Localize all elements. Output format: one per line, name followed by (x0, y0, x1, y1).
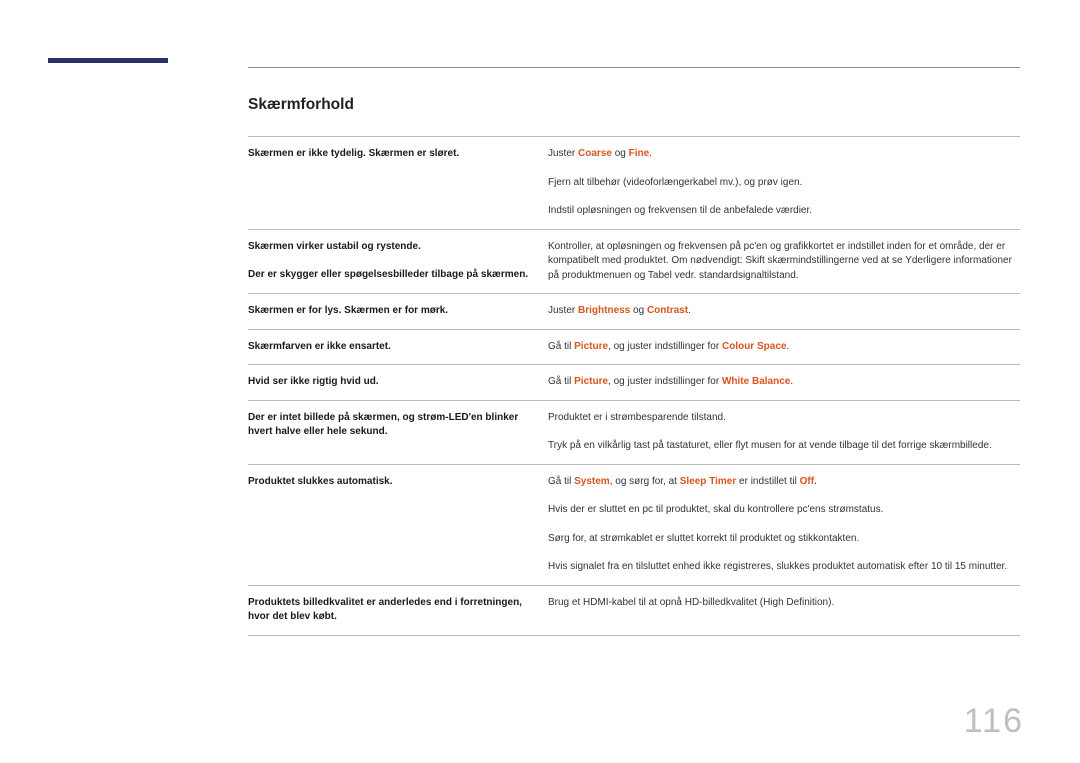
table-row: Skærmen er ikke tydelig. Skærmen er slør… (248, 137, 1020, 230)
header-accent-bar (48, 58, 168, 63)
issue-cell: Skærmen virker ustabil og rystende.Der e… (248, 229, 548, 294)
solution-text: Sørg for, at strømkablet er sluttet korr… (548, 532, 1014, 547)
highlight-term: System (574, 476, 610, 487)
highlight-term: Picture (574, 341, 608, 352)
solution-cell: Gå til System, og sørg for, at Sleep Tim… (548, 464, 1020, 585)
solution-text: Brug et HDMI-kabel til at opnå HD-billed… (548, 596, 1014, 611)
solution-text: Fjern alt tilbehør (videoforlængerkabel … (548, 176, 1014, 191)
table-row: Hvid ser ikke rigtig hvid ud.Gå til Pict… (248, 365, 1020, 401)
table-row: Skærmen er for lys. Skærmen er for mørk.… (248, 294, 1020, 330)
solution-text: Hvis signalet fra en tilsluttet enhed ik… (548, 560, 1014, 575)
page-title: Skærmforhold (248, 96, 1020, 114)
solution-cell: Juster Brightness og Contrast. (548, 294, 1020, 330)
solution-text: Juster Coarse og Fine. (548, 147, 1014, 162)
solution-text: Produktet er i strømbesparende tilstand. (548, 411, 1014, 426)
issue-cell: Hvid ser ikke rigtig hvid ud. (248, 365, 548, 401)
solution-cell: Juster Coarse og Fine. Fjern alt tilbehør… (548, 137, 1020, 230)
highlight-term: Off (800, 476, 814, 487)
table-row: Produktets billedkvalitet er anderledes … (248, 585, 1020, 635)
issue-cell: Skærmen er ikke tydelig. Skærmen er slør… (248, 137, 548, 230)
page-content: Skærmforhold Skærmen er ikke tydelig. Sk… (248, 96, 1020, 636)
solution-text: Gå til System, og sørg for, at Sleep Tim… (548, 475, 1014, 490)
solution-text: Kontroller, at opløsningen og frekvensen… (548, 240, 1014, 284)
solution-cell: Brug et HDMI-kabel til at opnå HD-billed… (548, 585, 1020, 635)
table-row: Skærmfarven er ikke ensartet.Gå til Pict… (248, 329, 1020, 365)
solution-text: Hvis der er sluttet en pc til produktet,… (548, 503, 1014, 518)
issue-cell: Produktets billedkvalitet er anderledes … (248, 585, 548, 635)
table-row: Skærmen virker ustabil og rystende.Der e… (248, 229, 1020, 294)
solution-text: Gå til Picture, og juster indstillinger … (548, 340, 1014, 355)
highlight-term: Sleep Timer (680, 476, 737, 487)
solution-cell: Kontroller, at opløsningen og frekvensen… (548, 229, 1020, 294)
solution-text: Gå til Picture, og juster indstillinger … (548, 375, 1014, 390)
header-top-rule (248, 67, 1020, 68)
highlight-term: Picture (574, 376, 608, 387)
solution-cell: Gå til Picture, og juster indstillinger … (548, 329, 1020, 365)
issue-cell: Skærmfarven er ikke ensartet. (248, 329, 548, 365)
table-row: Der er intet billede på skærmen, og strø… (248, 400, 1020, 464)
issue-cell: Skærmen er for lys. Skærmen er for mørk. (248, 294, 548, 330)
solution-text: Indstil opløsningen og frekvensen til de… (548, 204, 1014, 219)
highlight-term: Brightness (578, 305, 630, 316)
solution-text: Tryk på en vilkårlig tast på tastaturet,… (548, 439, 1014, 454)
table-row: Produktet slukkes automatisk.Gå til Syst… (248, 464, 1020, 585)
highlight-term: Coarse (578, 148, 612, 159)
highlight-term: Contrast (647, 305, 688, 316)
issue-cell: Produktet slukkes automatisk. (248, 464, 548, 585)
page-number: 116 (964, 702, 1024, 741)
solution-cell: Gå til Picture, og juster indstillinger … (548, 365, 1020, 401)
solution-cell: Produktet er i strømbesparende tilstand.… (548, 400, 1020, 464)
troubleshooting-table: Skærmen er ikke tydelig. Skærmen er slør… (248, 136, 1020, 636)
highlight-term: Colour Space (722, 341, 786, 352)
solution-text: Juster Brightness og Contrast. (548, 304, 1014, 319)
issue-cell: Der er intet billede på skærmen, og strø… (248, 400, 548, 464)
highlight-term: White Balance (722, 376, 790, 387)
highlight-term: Fine (629, 148, 650, 159)
